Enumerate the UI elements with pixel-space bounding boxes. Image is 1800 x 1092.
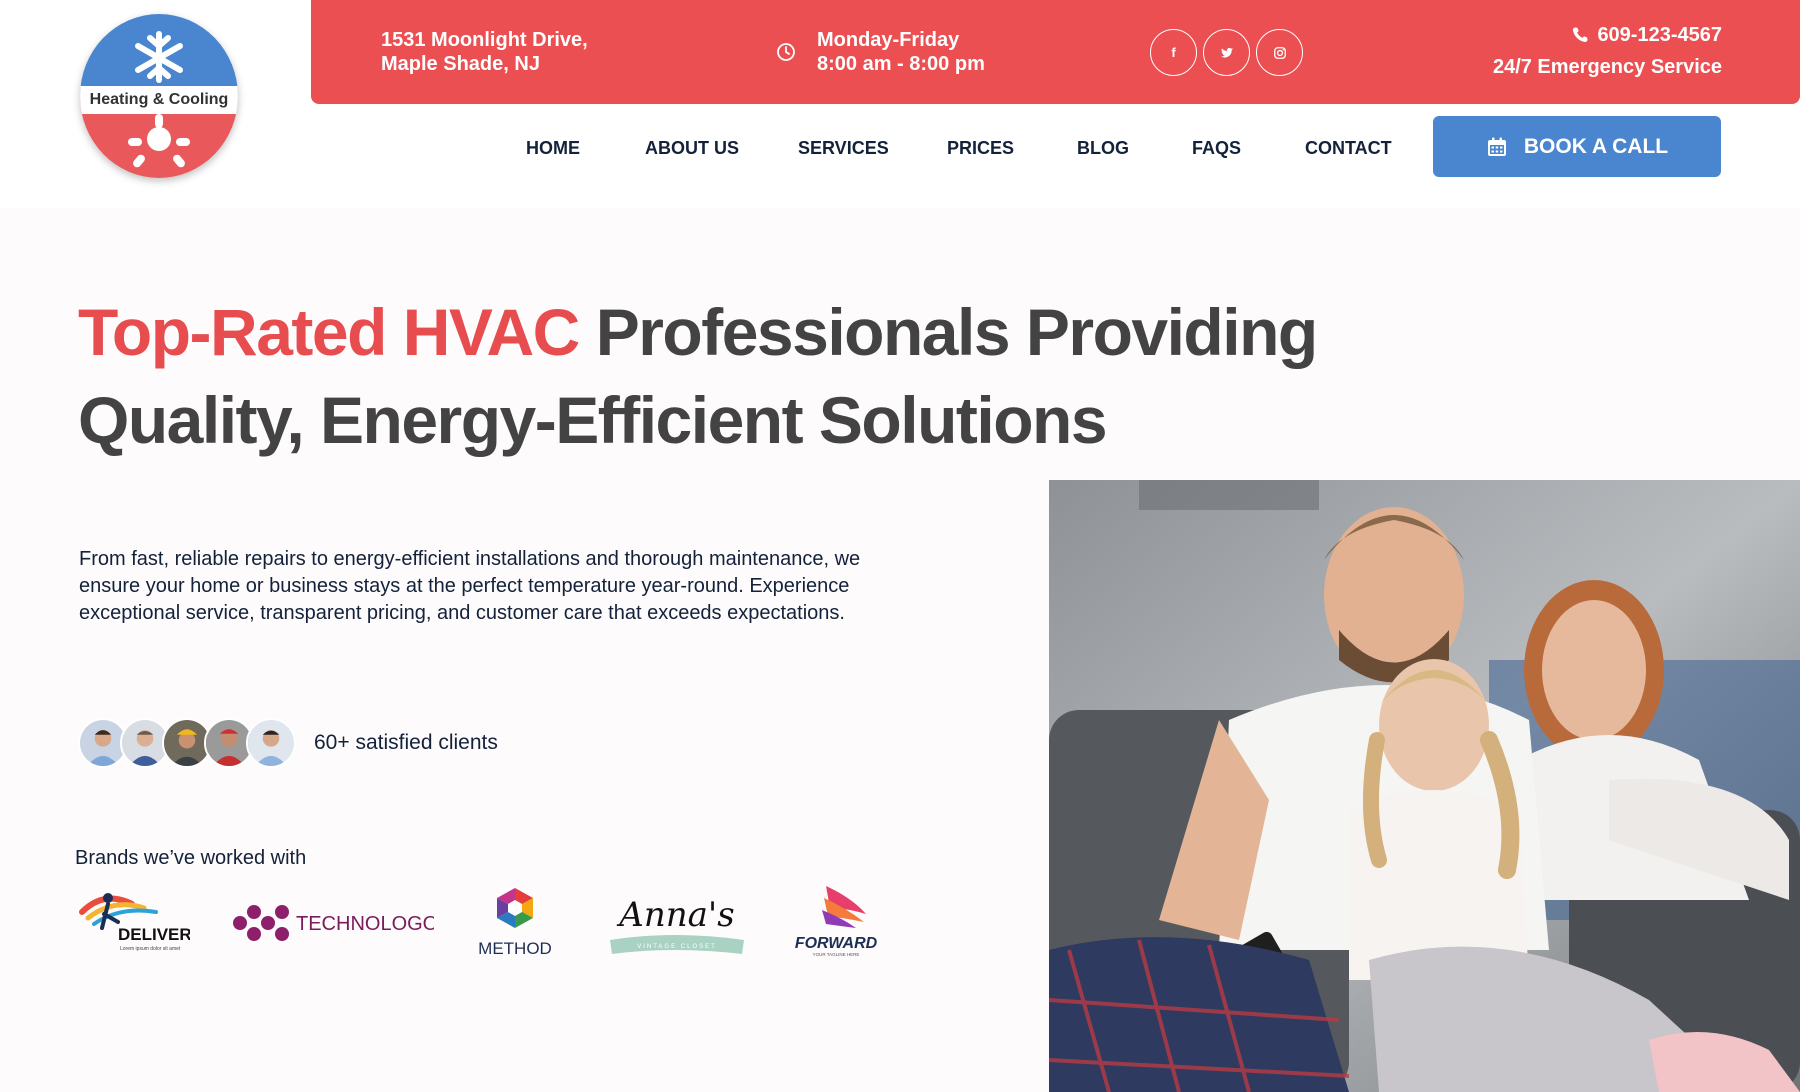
brand-logo-technologo: TECHNOLOGO — [228, 882, 434, 962]
logo-text: Heating & Cooling — [80, 86, 238, 114]
delivery-logo-tagline: Lorem ipsum dolor sit amet — [120, 946, 181, 952]
brand-logo-method: METHOD — [466, 882, 564, 962]
delivery-logo-graphic: DELIVERY Lorem ipsum dolor sit amet — [79, 893, 190, 952]
forward-logo-tagline: YOUR TAGLINE HERE — [813, 952, 860, 957]
company-logo[interactable]: Heating & Cooling — [80, 14, 238, 178]
nav-item-faqs[interactable]: FAQS — [1192, 138, 1305, 160]
clock-icon — [777, 43, 795, 61]
technologo-logo-graphic: TECHNOLOGO — [233, 905, 434, 941]
hero-heading: Top-Rated HVAC Professionals Providing Q… — [78, 288, 1378, 464]
delivery-logo-text: DELIVERY — [118, 925, 190, 944]
brand-logo-delivery: DELIVERY Lorem ipsum dolor sit amet — [74, 882, 190, 962]
method-logo-text: METHOD — [478, 939, 552, 958]
top-contact-bar: 1531 Moonlight Drive, Maple Shade, NJ Mo… — [311, 0, 1800, 104]
nav-item-services[interactable]: SERVICES — [798, 138, 947, 160]
satisfied-clients: 60+ satisfied clients — [78, 716, 498, 770]
hero-description: From fast, reliable repairs to energy-ef… — [79, 548, 861, 624]
instagram-icon[interactable] — [1256, 29, 1303, 76]
site-header: Heating & Cooling 1531 Moonlight Drive, … — [0, 0, 1800, 208]
address: 1531 Moonlight Drive, Maple Shade, NJ — [381, 28, 641, 76]
phone-number: 609-123-4567 — [1597, 23, 1722, 46]
address-line-1: 1531 Moonlight Drive, — [381, 29, 588, 51]
main-navigation: HOME ABOUT US SERVICES PRICES BLOG FAQS … — [526, 138, 1415, 160]
family-photo-illustration — [1049, 480, 1800, 1092]
method-logo-graphic: METHOD — [478, 888, 552, 958]
twitter-icon[interactable] — [1203, 29, 1250, 76]
phone-link[interactable]: 609-123-4567 — [1493, 22, 1722, 48]
social-links: f — [1150, 29, 1303, 76]
nav-item-contact[interactable]: CONTACT — [1305, 138, 1415, 160]
address-line-2: Maple Shade, NJ — [381, 53, 540, 75]
phone-icon — [1573, 27, 1588, 43]
brand-logos: DELIVERY Lorem ipsum dolor sit amet TECH… — [74, 882, 904, 962]
forward-logo-graphic: FORWARD YOUR TAGLINE HERE — [795, 886, 878, 957]
nav-item-home[interactable]: HOME — [526, 138, 645, 160]
brand-logo-annas: Anna's VINTAGE CLOSET — [604, 882, 750, 962]
nav-item-about-us[interactable]: ABOUT US — [645, 138, 798, 160]
hero-heading-accent: Top-Rated HVAC — [78, 295, 580, 369]
annas-logo-graphic: Anna's VINTAGE CLOSET — [610, 895, 744, 954]
clients-count-text: 60+ satisfied clients — [314, 731, 498, 754]
phone-block: 609-123-4567 24/7 Emergency Service — [1493, 22, 1722, 80]
client-avatars — [78, 718, 296, 768]
brand-logo-forward: FORWARD YOUR TAGLINE HERE — [786, 882, 886, 962]
instagram-glyph — [1273, 46, 1286, 59]
nav-item-blog[interactable]: BLOG — [1077, 138, 1192, 160]
technologo-logo-text: TECHNOLOGO — [296, 913, 434, 935]
hours-time: 8:00 am - 8:00 pm — [817, 53, 985, 75]
business-hours: Monday-Friday 8:00 am - 8:00 pm — [817, 28, 1057, 76]
annas-logo-text: Anna's — [616, 895, 734, 935]
brands-heading: Brands we’ve worked with — [75, 847, 307, 869]
facebook-icon[interactable]: f — [1150, 29, 1197, 76]
book-a-call-label: BOOK A CALL — [1523, 134, 1669, 158]
book-a-call-button[interactable]: BOOK A CALL — [1433, 116, 1721, 177]
nav-item-prices[interactable]: PRICES — [947, 138, 1077, 160]
avatar — [246, 718, 296, 768]
twitter-bird-glyph — [1220, 47, 1233, 58]
emergency-service-text: 24/7 Emergency Service — [1492, 56, 1722, 78]
hours-days: Monday-Friday — [817, 29, 960, 51]
hero-family-photo — [1049, 480, 1800, 1092]
forward-logo-text: FORWARD — [795, 935, 878, 952]
annas-logo-tagline: VINTAGE CLOSET — [637, 944, 717, 950]
calendar-icon — [1487, 137, 1506, 156]
